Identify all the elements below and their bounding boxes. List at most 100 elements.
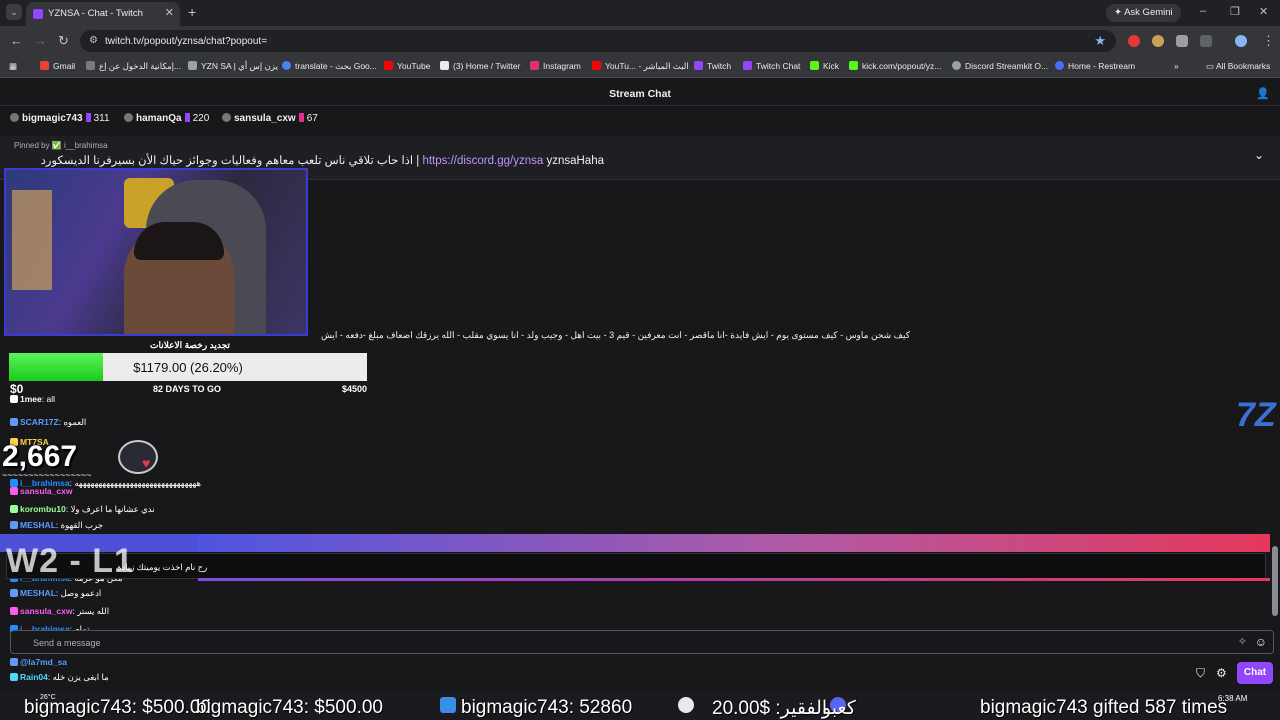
bookmark-gmail[interactable]: Gmail [40, 61, 75, 71]
leaderboard-entry[interactable]: sansula_cxw 67 [222, 113, 318, 124]
channel-logo: 7Z [1236, 396, 1276, 434]
chat-message-text: الله يستر [77, 606, 110, 616]
reload-icon[interactable]: ↻ [58, 34, 69, 47]
address-bar[interactable]: ⚙ twitch.tv/popout/yznsa/chat?popout= ★ [80, 30, 1116, 52]
chat-input[interactable]: Send a message ✧ ☺ [10, 630, 1274, 654]
extensions-puzzle-icon[interactable] [1200, 35, 1212, 47]
site-info-icon[interactable]: ⚙ [89, 35, 98, 46]
bookmark-discord-streamkit[interactable]: Discord Streamkit O... [952, 61, 1048, 71]
forward-icon[interactable]: → [34, 34, 47, 47]
back-icon[interactable]: ← [10, 34, 23, 47]
chat-line: korombu10: ندي عشانها ما اعرف ولا [10, 504, 155, 515]
close-window-button[interactable]: ✕ [1259, 5, 1268, 18]
bookmark-accessibility[interactable]: إمكانية الدخول عن إع... [86, 61, 181, 72]
chrome-icon[interactable] [678, 697, 694, 713]
chat-username[interactable]: sansula_cxw [20, 606, 72, 616]
chat-line: @la7md_sa [10, 657, 67, 667]
windows-start-icon[interactable] [440, 697, 456, 713]
heart-icon: ♥ [142, 455, 151, 471]
shield-icon[interactable]: ⛉ [1196, 666, 1205, 681]
ask-gemini-label: Ask Gemini [1124, 7, 1173, 18]
chat-username[interactable]: 1mee [20, 394, 42, 404]
chat-username[interactable]: MESHAL [20, 520, 56, 530]
bookmark-youtube[interactable]: YouTube [384, 61, 430, 71]
chat-message-text: ندي عشانها ما اعرف ولا [70, 504, 155, 514]
tab-list-button[interactable]: ⌄ [6, 4, 22, 20]
browser-menu-icon[interactable]: ⋮ [1262, 34, 1275, 47]
chat-username[interactable]: @la7md_sa [20, 657, 67, 667]
bookmark-kick-popout[interactable]: kick.com/popout/yz... [849, 61, 941, 71]
discord-link[interactable]: https://discord.gg/yznsa [422, 155, 543, 167]
bookmark-twitter[interactable]: (3) Home / Twitter [440, 61, 520, 71]
chat-line: 1mee: all [10, 394, 55, 404]
bookmark-restream[interactable]: Home - Restream [1055, 61, 1135, 71]
pinned-text-arabic: اذا حاب تلاقي ناس تلعب معاهم وفعاليات وج… [40, 155, 420, 167]
bookmark-yznsa[interactable]: YZN SA | يزن إس أي [188, 61, 278, 72]
url-text: twitch.tv/popout/yznsa/chat?popout= [105, 36, 268, 47]
maximize-button[interactable]: ❐ [1230, 5, 1240, 18]
bits-icon[interactable]: ✧ [1238, 635, 1247, 648]
extension-cookie-icon[interactable] [1152, 35, 1164, 47]
send-chat-button[interactable]: Chat [1237, 662, 1273, 684]
clock-time: 6:38 AM [1218, 694, 1248, 703]
all-bookmarks-label: All Bookmarks [1215, 61, 1271, 71]
chat-message-text: هههههههههههههههههههههههههههههههه [74, 478, 201, 488]
viewer-underline: ~~~~~~~~~~~~~~~~~ [2, 470, 92, 480]
chat-badge-icon [10, 658, 18, 666]
apps-grid-icon[interactable]: ▦ [9, 61, 17, 72]
ticker-item: كعبو [822, 698, 856, 719]
chat-username[interactable]: sansula_cxw [20, 486, 72, 496]
leaderboard-entry[interactable]: hamanQa 220 [124, 113, 209, 124]
win-loss-counter: W2 - L1 [6, 542, 134, 580]
ticker-item: bigmagic743: 52860 [461, 697, 633, 718]
folder-icon: ▭ [1206, 61, 1216, 71]
extension-tool-icon[interactable] [1176, 35, 1188, 47]
chat-input-placeholder: Send a message [33, 638, 101, 648]
chat-header: Stream Chat 👤 [0, 80, 1280, 106]
chat-title: Stream Chat [609, 88, 671, 100]
all-bookmarks-folder[interactable]: ▭ All Bookmarks [1206, 61, 1270, 72]
chat-message-text: العموه [63, 417, 87, 427]
goal-end: $4500 [342, 384, 368, 394]
bookmark-kick[interactable]: Kick [810, 61, 839, 71]
ticker-item: bigmagic743 gifted 587 times [980, 697, 1228, 718]
chat-badge-icon [10, 589, 18, 597]
close-tab-icon[interactable]: ✕ [165, 6, 174, 19]
leaderboard-entry[interactable]: bigmagic743 311 [10, 113, 110, 124]
chat-username[interactable]: Rain04 [20, 672, 48, 682]
bookmark-instagram[interactable]: Instagram [530, 61, 581, 71]
bits-badge-icon [298, 113, 304, 122]
ticker-item: bigmagic743: $500.00 [196, 697, 383, 718]
minimize-button[interactable]: – [1200, 5, 1206, 17]
announcement-box: رح نام اخذت يوميتك زيادة [6, 553, 1266, 579]
headphones-shape [134, 222, 224, 260]
chat-username[interactable]: korombu10 [20, 504, 66, 514]
chevron-down-icon[interactable]: ⌄ [1254, 148, 1264, 162]
avatar [10, 113, 19, 122]
chat-username[interactable]: MESHAL [20, 588, 56, 598]
scrollbar-thumb[interactable] [1272, 546, 1278, 616]
profile-avatar[interactable] [1235, 35, 1247, 47]
bits-leaderboard: bigmagic743 311 hamanQa 220 sansula_cxw 67 [0, 108, 1280, 130]
bits-badge-icon [85, 113, 91, 122]
bookmark-twitch[interactable]: Twitch [694, 61, 731, 71]
bookmark-youtube-live[interactable]: YouTu... - البث المباشر [592, 61, 689, 72]
browser-tab-bar: ⌄ YZNSA - Chat - Twitch ✕ + ✦ Ask Gemini… [0, 0, 1280, 26]
new-tab-button[interactable]: + [188, 4, 196, 20]
emote-picker-icon[interactable]: ☺ [1255, 635, 1267, 649]
more-bookmarks-icon[interactable]: » [1174, 61, 1179, 71]
bookmark-translate[interactable]: translate - بحث Goo... [282, 61, 377, 72]
bookmark-star-icon[interactable]: ★ [1094, 33, 1106, 49]
weather-temp: 26°C [40, 694, 56, 701]
alert-underline [198, 578, 1270, 581]
community-users-icon[interactable]: 👤 [1256, 87, 1270, 100]
pinned-message-text: اذا حاب تلاقي ناس تلعب معاهم وفعاليات وج… [41, 153, 604, 167]
browser-tab[interactable]: YZNSA - Chat - Twitch ✕ [26, 2, 180, 26]
bookmark-twitch-chat[interactable]: Twitch Chat [743, 61, 800, 71]
settings-gear-icon[interactable]: ⚙ [1216, 666, 1227, 680]
extension-record-icon[interactable] [1128, 35, 1140, 47]
chat-username[interactable]: SCAR17Z [20, 417, 59, 427]
ask-gemini-button[interactable]: ✦ Ask Gemini [1106, 4, 1181, 22]
chat-message-text: جرب القهوة [60, 520, 103, 530]
chat-scrollbar[interactable] [1272, 136, 1278, 616]
